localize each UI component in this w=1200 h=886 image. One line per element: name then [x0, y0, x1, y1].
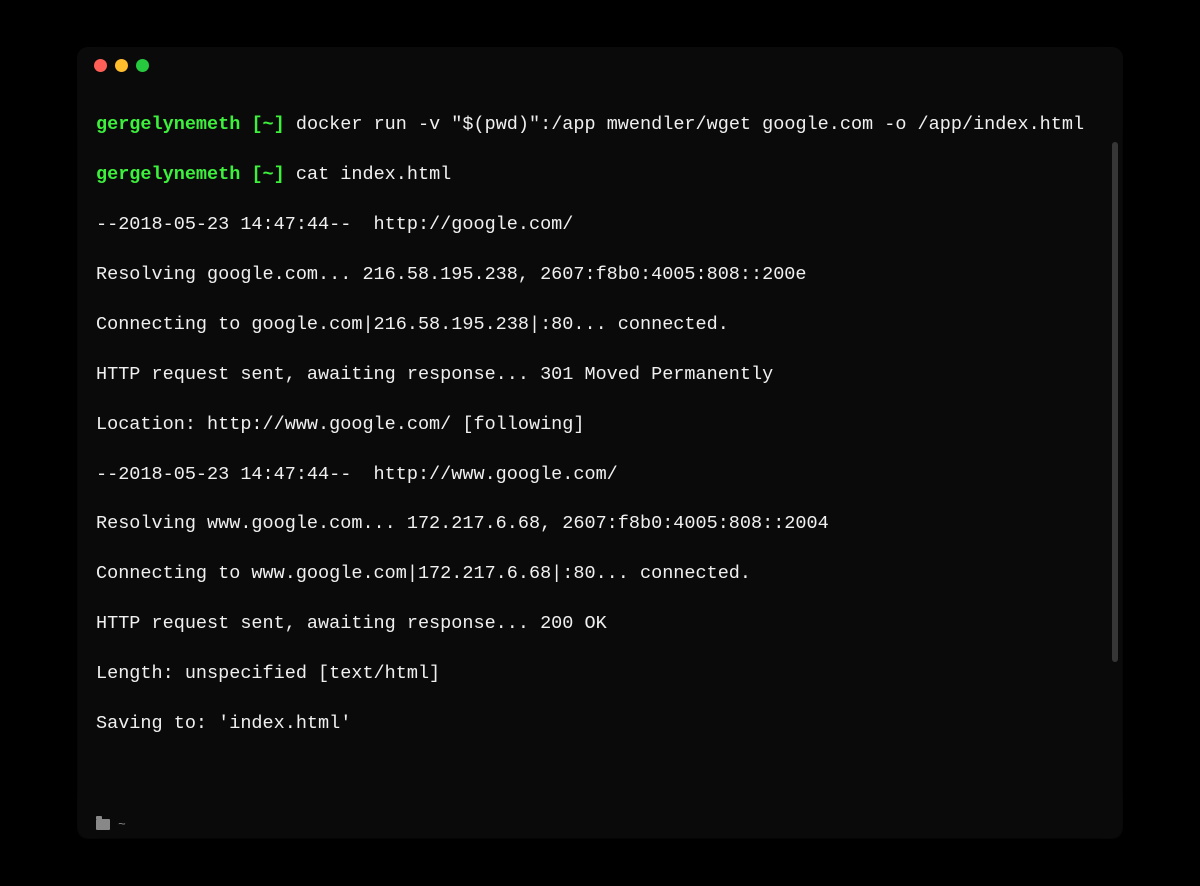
output-line: Location: http://www.google.com/ [follow… — [96, 413, 1104, 438]
output-line: Length: unspecified [text/html] — [96, 662, 1104, 687]
prompt-user: gergelynemeth — [96, 164, 240, 185]
prompt-path: [~] — [251, 164, 284, 185]
maximize-icon[interactable] — [136, 59, 149, 72]
command-text-2: cat index.html — [296, 164, 451, 185]
output-line: HTTP request sent, awaiting response... … — [96, 612, 1104, 637]
output-line: Connecting to google.com|216.58.195.238|… — [96, 313, 1104, 338]
minimize-icon[interactable] — [115, 59, 128, 72]
blank-line — [96, 762, 1104, 787]
output-line: Connecting to www.google.com|172.217.6.6… — [96, 562, 1104, 587]
output-line: HTTP request sent, awaiting response... … — [96, 363, 1104, 388]
statusbar: ~ — [78, 810, 1122, 838]
folder-icon — [96, 819, 110, 830]
command-line-2: gergelynemeth [~] cat index.html — [96, 163, 1104, 188]
output-line: Resolving google.com... 216.58.195.238, … — [96, 263, 1104, 288]
output-line: Resolving www.google.com... 172.217.6.68… — [96, 512, 1104, 537]
output-line: --2018-05-23 14:47:44-- http://www.googl… — [96, 463, 1104, 488]
output-line: --2018-05-23 14:47:44-- http://google.co… — [96, 213, 1104, 238]
terminal-window: gergelynemeth [~] docker run -v "$(pwd)"… — [78, 48, 1122, 838]
output-line: Saving to: 'index.html' — [96, 712, 1104, 737]
prompt-path: [~] — [251, 114, 284, 135]
status-path: ~ — [118, 817, 126, 832]
terminal-body[interactable]: gergelynemeth [~] docker run -v "$(pwd)"… — [78, 82, 1122, 810]
prompt-user: gergelynemeth — [96, 114, 240, 135]
titlebar — [78, 48, 1122, 82]
close-icon[interactable] — [94, 59, 107, 72]
scrollbar[interactable] — [1112, 142, 1118, 662]
command-line-1: gergelynemeth [~] docker run -v "$(pwd)"… — [96, 113, 1104, 138]
command-text-1: docker run -v "$(pwd)":/app mwendler/wge… — [296, 114, 1084, 135]
